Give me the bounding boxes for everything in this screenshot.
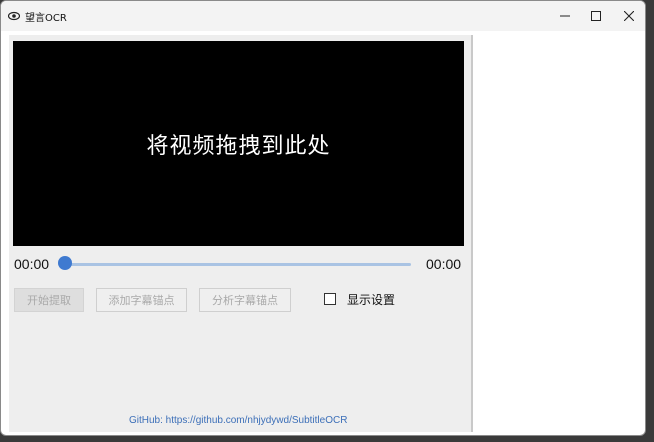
title-bar[interactable]: 望言OCR <box>1 1 645 31</box>
close-icon <box>624 11 634 21</box>
start-extract-button[interactable]: 开始提取 <box>14 288 84 312</box>
close-button[interactable] <box>612 1 645 31</box>
maximize-icon <box>591 11 601 21</box>
add-anchor-button[interactable]: 添加字幕锚点 <box>96 288 187 312</box>
current-time: 00:00 <box>14 256 50 272</box>
eye-icon <box>8 11 20 21</box>
analyze-anchor-button[interactable]: 分析字幕锚点 <box>199 288 291 312</box>
github-link[interactable]: GitHub: https://github.com/nhjydywd/Subt… <box>129 415 347 426</box>
app-window: 望言OCR 将视频拖拽到此处 00:00 00:00 开始提取 添加字幕锚点 分… <box>0 0 646 436</box>
drop-hint: 将视频拖拽到此处 <box>146 133 331 159</box>
maximize-button[interactable] <box>579 1 613 31</box>
main-panel: 将视频拖拽到此处 00:00 00:00 开始提取 添加字幕锚点 分析字幕锚点 … <box>9 35 473 432</box>
show-settings-checkbox[interactable] <box>324 293 336 305</box>
total-time: 00:00 <box>426 256 462 272</box>
progress-slider-thumb[interactable] <box>58 256 72 270</box>
minimize-button[interactable] <box>548 1 582 31</box>
minimize-icon <box>560 15 570 17</box>
show-settings-label[interactable]: 显示设置 <box>347 291 395 308</box>
progress-slider-track[interactable] <box>65 263 411 266</box>
window-title: 望言OCR <box>25 13 67 24</box>
video-drop-area[interactable]: 将视频拖拽到此处 <box>13 41 464 246</box>
